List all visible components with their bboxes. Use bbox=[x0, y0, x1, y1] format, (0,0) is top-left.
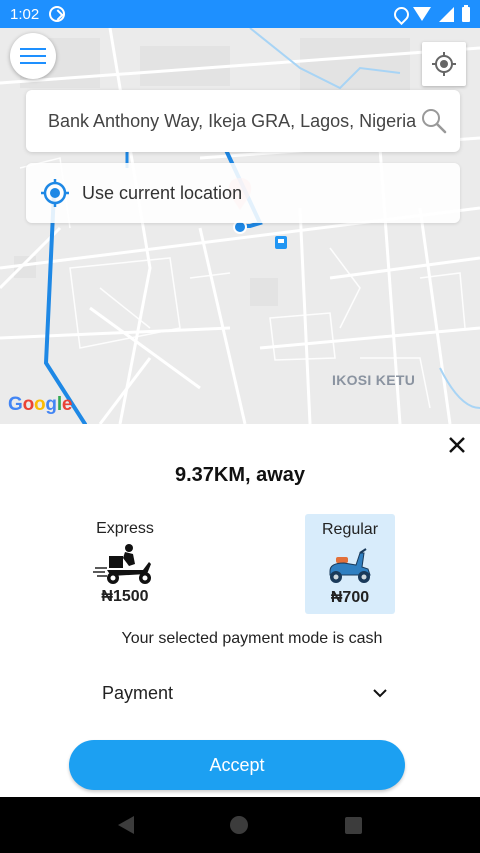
payment-mode-note: Your selected payment mode is cash bbox=[121, 630, 383, 647]
my-location-button[interactable] bbox=[422, 42, 466, 86]
option-express[interactable]: Express ₦1500 bbox=[80, 514, 170, 614]
google-logo: Google bbox=[8, 394, 73, 415]
search-bar[interactable] bbox=[26, 90, 460, 152]
search-icon[interactable] bbox=[420, 107, 448, 135]
payment-select-value: Payment bbox=[102, 682, 174, 703]
map-area-label: IKOSI KETU bbox=[332, 372, 416, 388]
status-icons bbox=[394, 4, 470, 22]
sync-icon bbox=[49, 6, 66, 22]
status-time: 1:02 bbox=[10, 5, 40, 23]
option-price: ₦700 bbox=[330, 589, 370, 606]
scooter-icon bbox=[305, 543, 395, 587]
gps-target-icon bbox=[41, 179, 69, 207]
use-current-location-button[interactable]: Use current location bbox=[26, 163, 460, 223]
location-pin-icon bbox=[394, 7, 405, 21]
app-screen: 1:02 IKOSI KETU Google Bank Anthony Way,… bbox=[0, 0, 480, 853]
hamburger-icon-line bbox=[20, 62, 46, 64]
signal-icon bbox=[439, 6, 454, 22]
option-price: ₦1500 bbox=[101, 588, 149, 605]
option-name: Regular bbox=[321, 521, 379, 538]
map-canvas bbox=[0, 28, 480, 424]
delivery-scooter-rider-icon bbox=[80, 542, 170, 586]
payment-select[interactable]: Payment bbox=[88, 676, 388, 710]
hamburger-icon-line bbox=[20, 48, 46, 50]
crosshair-icon bbox=[432, 52, 456, 76]
battery-icon bbox=[462, 4, 470, 22]
ride-options-sheet: 9.37KM, away Express ₦1500 Regular ₦700 … bbox=[0, 424, 480, 797]
search-input[interactable] bbox=[48, 110, 420, 132]
recents-icon[interactable] bbox=[344, 816, 362, 834]
current-location-label: Use current location bbox=[82, 182, 243, 203]
close-icon[interactable] bbox=[444, 432, 470, 458]
chevron-down-icon bbox=[373, 689, 387, 698]
map-view[interactable]: IKOSI KETU Google bbox=[0, 28, 480, 424]
option-name: Express bbox=[96, 520, 154, 537]
hamburger-icon-line bbox=[20, 55, 46, 57]
distance-label: 9.37KM, away bbox=[174, 464, 306, 486]
accept-button[interactable]: Accept bbox=[69, 740, 405, 790]
option-regular[interactable]: Regular ₦700 bbox=[305, 514, 395, 614]
wifi-icon bbox=[413, 7, 431, 21]
home-icon[interactable] bbox=[230, 816, 249, 834]
status-bar: 1:02 bbox=[0, 0, 480, 28]
menu-button[interactable] bbox=[10, 33, 56, 79]
system-nav-bar bbox=[0, 797, 480, 853]
back-icon[interactable] bbox=[118, 816, 135, 834]
